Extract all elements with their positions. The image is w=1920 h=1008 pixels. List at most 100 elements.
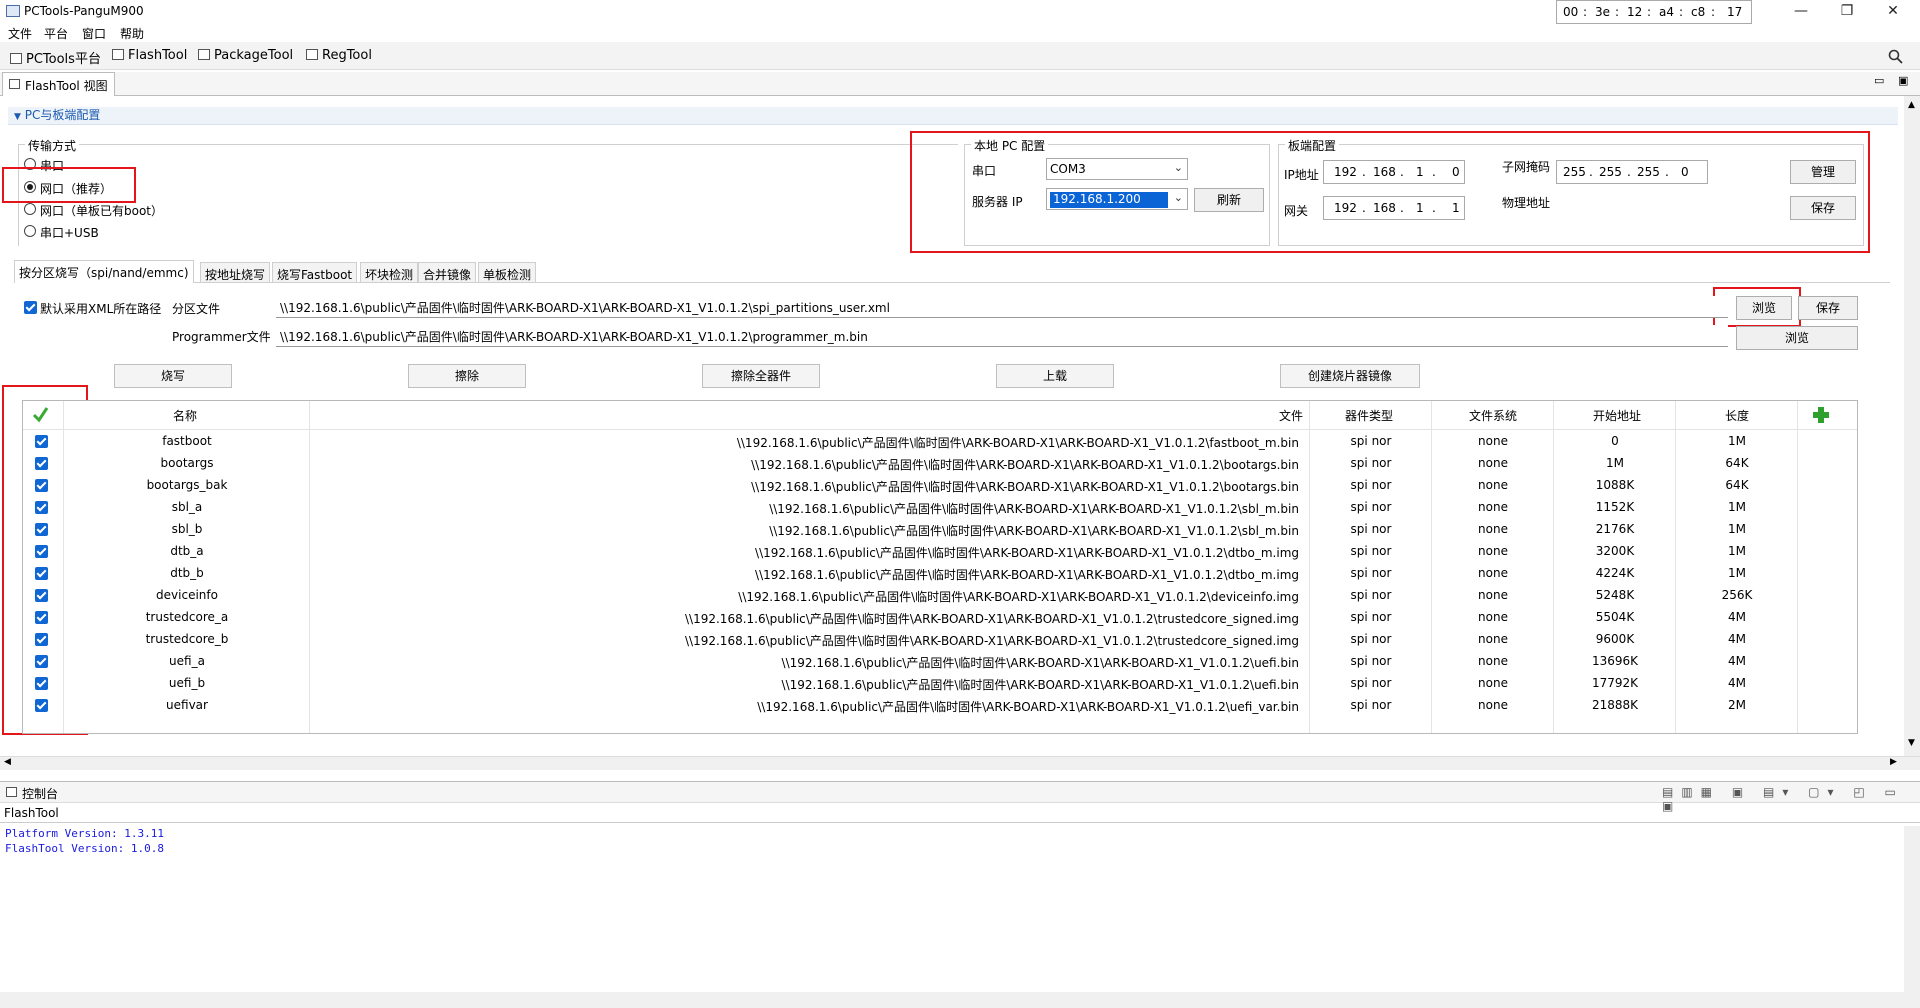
col-file-header[interactable]: 文件 [1279, 407, 1303, 424]
radio-serial-usb[interactable] [24, 225, 36, 237]
toolbar-flashtool[interactable]: FlashTool [112, 48, 187, 63]
row-checkbox[interactable] [35, 545, 48, 558]
tab-flashtool-view[interactable]: FlashTool 视图 [2, 72, 115, 96]
add-row-icon[interactable] [1813, 407, 1829, 423]
row-checkbox[interactable] [35, 479, 48, 492]
table-row[interactable]: trustedcore_a \\192.168.1.6\public\产品固件\临… [23, 607, 1857, 629]
mac-address-field[interactable]: 00 : 3e : 12 : a4 : c8 : 17 [1556, 0, 1752, 24]
tab-by-address[interactable]: 按地址烧写 [200, 262, 271, 282]
table-row[interactable]: uefivar \\192.168.1.6\public\产品固件\临时固件\AR… [23, 695, 1857, 717]
console-tab[interactable]: 控制台 [22, 785, 58, 802]
cell-fs: none [1478, 434, 1508, 448]
erase-button[interactable]: 擦除 [408, 364, 526, 388]
console-hscrollbar[interactable] [0, 992, 1920, 1008]
upload-button[interactable]: 上载 [996, 364, 1114, 388]
toolbar: PCTools平台 FlashTool PackageTool RegTool [0, 42, 1920, 70]
table-row[interactable]: dtb_b \\192.168.1.6\public\产品固件\临时固件\ARK-… [23, 563, 1857, 585]
horizontal-scrollbar[interactable]: ◀ ▶ [0, 756, 1920, 770]
erase-all-button[interactable]: 擦除全器件 [702, 364, 820, 388]
toolbar-flashtool-label: FlashTool [128, 48, 188, 63]
highlight-network-config [910, 131, 1870, 253]
burn-button[interactable]: 烧写 [114, 364, 232, 388]
vertical-scrollbar[interactable]: ▲ ▼ [1904, 96, 1920, 756]
tab-fastboot[interactable]: 烧写Fastboot [272, 262, 358, 282]
menu-file[interactable]: 文件 [8, 25, 32, 42]
menu-help[interactable]: 帮助 [120, 25, 144, 42]
cell-fs: none [1478, 478, 1508, 492]
cell-name: sbl_b [171, 522, 203, 536]
radio-network-boot[interactable] [24, 203, 36, 215]
maximize-view-icon[interactable]: ▣ [1898, 74, 1908, 87]
menu-window[interactable]: 窗口 [82, 25, 106, 42]
col-start-header[interactable]: 开始地址 [1593, 407, 1641, 424]
table-row[interactable]: sbl_b \\192.168.1.6\public\产品固件\临时固件\ARK-… [23, 519, 1857, 541]
browse-programmer-button[interactable]: 浏览 [1736, 326, 1858, 350]
row-checkbox[interactable] [35, 611, 48, 624]
section-header-bg [8, 107, 1898, 125]
row-checkbox[interactable] [35, 523, 48, 536]
table-row[interactable]: uefi_a \\192.168.1.6\public\产品固件\临时固件\ARK… [23, 651, 1857, 673]
row-checkbox[interactable] [35, 567, 48, 580]
console-line: FlashTool Version: 1.0.8 [5, 842, 164, 855]
table-row[interactable]: fastboot \\192.168.1.6\public\产品固件\临时固件\A… [23, 431, 1857, 453]
row-checkbox[interactable] [35, 655, 48, 668]
cell-start: 1088K [1595, 478, 1635, 492]
check-all-icon[interactable] [31, 405, 49, 423]
cell-type: spi nor [1350, 654, 1392, 668]
cell-start: 13696K [1591, 654, 1639, 668]
cell-name: dtb_a [170, 544, 204, 558]
table-row[interactable]: sbl_a \\192.168.1.6\public\产品固件\临时固件\ARK-… [23, 497, 1857, 519]
partition-file-input[interactable]: \\192.168.1.6\public\产品固件\临时固件\ARK-BOARD… [276, 296, 1728, 318]
menu-platform[interactable]: 平台 [44, 25, 68, 42]
toolbar-packagetool[interactable]: PackageTool [198, 48, 293, 63]
cell-fs: none [1478, 456, 1508, 470]
use-xml-path-checkbox[interactable] [24, 301, 37, 314]
cell-fs: none [1478, 588, 1508, 602]
cell-file: \\192.168.1.6\public\产品固件\临时固件\ARK-BOARD… [781, 678, 1299, 692]
table-row[interactable]: trustedcore_b \\192.168.1.6\public\产品固件\临… [23, 629, 1857, 651]
cell-length: 1M [1728, 500, 1746, 514]
row-checkbox[interactable] [35, 457, 48, 470]
cell-type: spi nor [1350, 698, 1392, 712]
row-checkbox[interactable] [35, 633, 48, 646]
row-checkbox[interactable] [35, 677, 48, 690]
minimize-view-icon[interactable]: ▭ [1874, 74, 1884, 87]
col-fs-header[interactable]: 文件系统 [1469, 407, 1517, 424]
toolbar-pctools[interactable]: PCTools平台 [10, 48, 101, 67]
col-type-header[interactable]: 器件类型 [1345, 407, 1393, 424]
cell-name: uefi_b [168, 676, 206, 690]
minimize-button[interactable]: — [1778, 0, 1824, 24]
table-row[interactable]: bootargs \\192.168.1.6\public\产品固件\临时固件\A… [23, 453, 1857, 475]
table-row[interactable]: uefi_b \\192.168.1.6\public\产品固件\临时固件\ARK… [23, 673, 1857, 695]
table-row[interactable]: bootargs_bak \\192.168.1.6\public\产品固件\临时… [23, 475, 1857, 497]
cell-start: 9600K [1595, 632, 1635, 646]
close-button[interactable]: ✕ [1870, 0, 1916, 24]
toolbar-pctools-label: PCTools平台 [26, 52, 101, 67]
programmer-file-input[interactable]: \\192.168.1.6\public\产品固件\临时固件\ARK-BOARD… [276, 325, 1728, 347]
toolbar-regtool[interactable]: RegTool [306, 48, 372, 63]
cell-start: 21888K [1591, 698, 1639, 712]
section-header[interactable]: ▼ PC与板端配置 [14, 106, 100, 123]
tab-merge-image[interactable]: 合并镜像 [418, 262, 477, 282]
transport-group: 传输方式 [18, 137, 958, 246]
table-row[interactable]: deviceinfo \\192.168.1.6\public\产品固件\临时固件… [23, 585, 1857, 607]
console-scrollbar[interactable] [1904, 826, 1920, 992]
mac-byte: 00 [1563, 5, 1579, 19]
browse-partition-button[interactable]: 浏览 [1736, 296, 1792, 320]
cell-name: fastboot [162, 434, 212, 448]
create-programmer-image-button[interactable]: 创建烧片器镜像 [1280, 364, 1420, 388]
search-icon[interactable] [1888, 49, 1904, 65]
row-checkbox[interactable] [35, 699, 48, 712]
row-checkbox[interactable] [35, 589, 48, 602]
tab-board-check[interactable]: 单板检测 [478, 262, 537, 282]
save-partition-button[interactable]: 保存 [1798, 296, 1858, 320]
col-name-header[interactable]: 名称 [173, 407, 197, 424]
tab-by-partition[interactable]: 按分区烧写（spi/nand/emmc) [14, 260, 194, 283]
cell-length: 1M [1728, 522, 1746, 536]
tab-bad-block[interactable]: 坏块检测 [360, 262, 419, 282]
maximize-button[interactable]: ❐ [1824, 0, 1870, 24]
table-row[interactable]: dtb_a \\192.168.1.6\public\产品固件\临时固件\ARK-… [23, 541, 1857, 563]
row-checkbox[interactable] [35, 501, 48, 514]
col-length-header[interactable]: 长度 [1725, 407, 1749, 424]
row-checkbox[interactable] [35, 435, 48, 448]
